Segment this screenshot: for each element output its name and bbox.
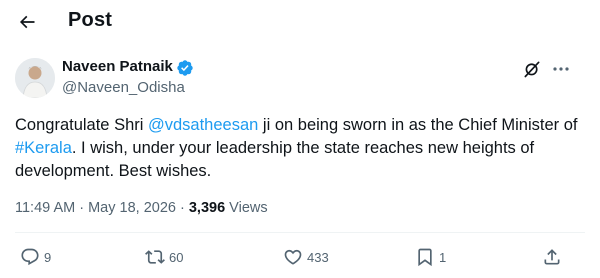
verified-badge-icon <box>177 60 193 76</box>
tweet-text-part: ji on being sworn in as the Chief Minist… <box>258 116 578 134</box>
views-count[interactable]: 3,396 <box>189 200 225 216</box>
repost-count: 60 <box>169 249 184 265</box>
repost-button[interactable]: 60 <box>145 246 183 268</box>
reply-button[interactable]: 9 <box>20 246 51 268</box>
reply-icon <box>21 248 39 266</box>
tweet-date[interactable]: May 18, 2026 <box>88 200 176 216</box>
meta-separator: · <box>175 200 189 216</box>
retweet-icon <box>145 250 165 264</box>
bookmark-icon <box>418 248 432 267</box>
tweet-text: Congratulate Shri @vdsatheesan ji on bei… <box>15 114 590 183</box>
hashtag-link[interactable]: #Kerala <box>15 139 72 157</box>
top-bar: Post <box>0 0 600 44</box>
share-icon <box>544 249 560 265</box>
reply-count: 9 <box>44 249 52 265</box>
mention-link[interactable]: @vdsatheesan <box>148 116 258 134</box>
tweet-time[interactable]: 11:49 AM <box>15 200 75 216</box>
views-label: Views <box>225 200 268 216</box>
back-arrow-icon <box>19 15 35 29</box>
like-count: 433 <box>307 249 329 265</box>
share-button[interactable] <box>542 246 562 268</box>
page-title: Post <box>68 9 113 31</box>
tweet-meta: 11:49 AM · May 18, 2026 · 3,396 Views <box>15 200 268 216</box>
tweet-text-part: . I wish, under your leadership the stat… <box>15 139 535 180</box>
author-name[interactable]: Naveen Patnaik <box>62 58 173 75</box>
author-handle[interactable]: @Naveen_Odisha <box>62 79 185 96</box>
back-button[interactable] <box>13 8 41 36</box>
grok-icon[interactable] <box>522 59 542 79</box>
more-icon[interactable] <box>551 60 571 78</box>
tweet-text-part: Congratulate Shri <box>15 116 148 134</box>
bookmark-button[interactable]: 1 <box>415 246 446 268</box>
bookmark-count: 1 <box>439 249 447 265</box>
meta-separator: · <box>75 200 89 216</box>
divider <box>15 232 585 233</box>
avatar[interactable] <box>15 58 55 98</box>
avatar-image <box>15 58 55 98</box>
like-button[interactable]: 433 <box>283 246 329 268</box>
like-icon <box>284 249 302 265</box>
